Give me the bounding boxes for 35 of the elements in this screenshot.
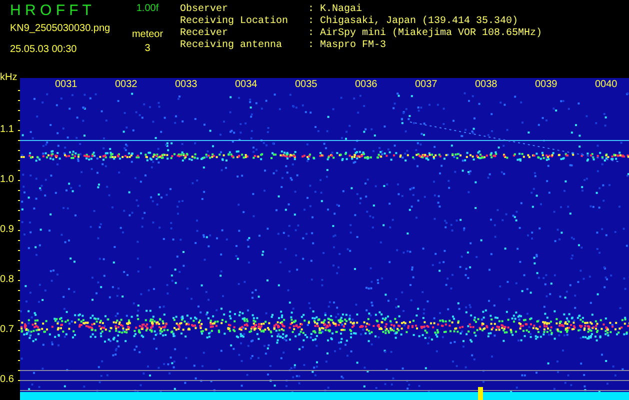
info-separator: : [308, 4, 316, 16]
info-label: Receiving Location [180, 16, 290, 28]
y-tick-label: 0.6 [0, 374, 14, 386]
info-separator: : [308, 40, 316, 52]
time-label: 0038 [475, 78, 498, 92]
time-label: 0034 [235, 78, 258, 92]
info-separator: : [308, 28, 316, 40]
time-label: 0036 [355, 78, 378, 92]
info-value: Maspro FM-3 [320, 40, 386, 52]
count-label: 3 [144, 43, 150, 55]
time-label: 0040 [595, 78, 618, 92]
info-value: AirSpy mini (Miakejima VOR 108.65MHz) [320, 28, 542, 40]
info-value: Chigasaki, Japan (139.414 35.340) [320, 16, 518, 28]
y-tick-label: 1.1 [0, 124, 14, 136]
time-label: 0033 [175, 78, 198, 92]
time-label: 0037 [415, 78, 438, 92]
mode-label: meteor [132, 29, 164, 41]
time-label: 0039 [535, 78, 558, 92]
info-label: Receiver [180, 28, 230, 40]
y-tick-label: 0.9 [0, 224, 14, 236]
datetime: 25.05.03 00:30 [10, 44, 78, 56]
y-tick-label: 0.7 [0, 324, 14, 336]
info-separator: : [308, 16, 316, 28]
version-label: 1.00f [136, 3, 159, 15]
info-value: K.Nagai [320, 4, 362, 16]
info-label: Receiving antenna [180, 40, 284, 52]
time-label: 0035 [295, 78, 318, 92]
info-label: Observer [180, 4, 230, 16]
filename: KN9_2505030030.png [10, 23, 112, 35]
unit-label: kHz [0, 72, 18, 84]
y-tick-label: 0.8 [0, 274, 14, 286]
app-title: H R O F F T [10, 2, 92, 20]
time-label: 0032 [115, 78, 138, 92]
y-tick-label: 1.0 [0, 174, 14, 186]
time-label: 0031 [55, 78, 78, 92]
